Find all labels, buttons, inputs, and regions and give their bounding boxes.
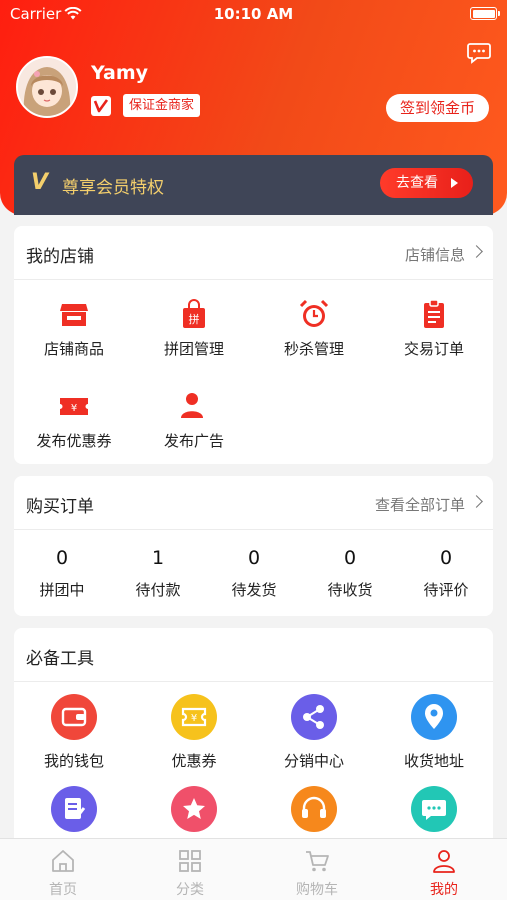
vip-view-button[interactable]: 去查看: [380, 168, 473, 198]
wallet-icon: [51, 694, 97, 740]
clock: 10:10 AM: [213, 5, 294, 23]
coupon-icon: ¥: [58, 390, 90, 422]
grid-icon: [177, 848, 203, 874]
status-bar: Carrier 10:10 AM: [0, 0, 507, 30]
shop-card: 我的店铺 店铺信息 店铺商品 拼 拼团管理 秒杀管理 交易订单 ¥ 发布优惠券: [14, 226, 493, 464]
headset-icon: [291, 786, 337, 832]
shop-item-label: 交易订单: [403, 340, 464, 358]
tools-card-header: 必备工具: [14, 628, 493, 682]
tools-card: 必备工具 我的钱包 ¥ 优惠券 分销中心 收货地址: [14, 628, 493, 868]
vip-v-icon: V: [31, 170, 49, 195]
shop-item-label: 秒杀管理: [283, 340, 344, 358]
svg-text:¥: ¥: [71, 403, 77, 414]
order-status-label: 拼团中: [39, 581, 85, 599]
shop-title: 我的店铺: [26, 247, 94, 267]
orders-card: 购买订单 查看全部订单 0 拼团中 1 待付款 0 待发货 0 待收货 0 待评…: [14, 476, 493, 616]
order-status-unpaid[interactable]: 1 待付款: [110, 547, 206, 600]
cart-icon: [304, 848, 330, 874]
star-icon: [171, 786, 217, 832]
tab-home[interactable]: 首页: [0, 839, 126, 900]
order-count: 0: [247, 547, 261, 569]
location-pin-icon: [411, 694, 457, 740]
username: Yamy: [91, 62, 149, 84]
shop-item-label: 发布优惠券: [36, 432, 112, 450]
tools-title: 必备工具: [26, 649, 94, 669]
tool-label: 分销中心: [283, 752, 344, 770]
tab-label: 购物车: [296, 882, 338, 898]
order-status-to-receive[interactable]: 0 待收货: [302, 547, 398, 600]
tab-label: 我的: [430, 882, 458, 898]
order-status-label: 待收货: [327, 581, 373, 599]
order-count: 0: [439, 547, 453, 569]
shop-item-label: 发布广告: [163, 432, 224, 450]
order-status-to-ship[interactable]: 0 待发货: [206, 547, 302, 600]
clipboard-icon: [418, 298, 450, 330]
vip-banner[interactable]: V 尊享会员特权 去查看: [14, 155, 493, 215]
user-share-icon: [178, 390, 210, 422]
order-status-label: 待付款: [135, 581, 181, 599]
home-icon: [50, 848, 76, 874]
merchant-tag: 保证金商家: [123, 94, 201, 117]
tab-category[interactable]: 分类: [127, 839, 253, 900]
tab-bar: 首页 分类 购物车 我的: [0, 838, 507, 900]
tool-label: 优惠券: [171, 752, 217, 770]
shop-item-label: 店铺商品: [43, 340, 104, 358]
tab-label: 分类: [176, 882, 204, 898]
checkin-button[interactable]: 签到领金币: [385, 94, 489, 122]
order-status-to-review[interactable]: 0 待评价: [398, 547, 494, 600]
order-count: 0: [343, 547, 357, 569]
chevron-right-icon[interactable]: [470, 495, 483, 508]
user-icon: [431, 848, 457, 874]
orders-title: 购买订单: [26, 497, 94, 517]
battery-icon: [470, 7, 500, 20]
edit-note-icon: [51, 786, 97, 832]
alarm-clock-icon: [298, 298, 330, 330]
vip-view-label: 去查看: [396, 175, 438, 191]
chevron-right-icon[interactable]: [470, 245, 483, 258]
avatar[interactable]: [16, 56, 78, 118]
chat-bubble-icon: [411, 786, 457, 832]
share-icon: [291, 694, 337, 740]
ticket-icon: ¥: [171, 694, 217, 740]
order-count: 1: [151, 547, 165, 569]
verified-v-icon: [91, 96, 111, 116]
shop-item-label: 拼团管理: [163, 340, 224, 358]
shop-info-link[interactable]: 店铺信息: [405, 244, 465, 265]
play-arrow-icon: [451, 178, 458, 188]
tool-label: 我的钱包: [43, 752, 104, 770]
order-status-grouping[interactable]: 0 拼团中: [14, 547, 110, 600]
tool-label: 收货地址: [403, 752, 464, 770]
svg-text:拼: 拼: [189, 312, 200, 326]
orders-card-header: 购买订单 查看全部订单: [14, 476, 493, 530]
vip-text: 尊享会员特权: [62, 178, 164, 198]
message-icon[interactable]: [467, 42, 491, 68]
order-status-label: 待评价: [423, 581, 469, 599]
order-count: 0: [55, 547, 69, 569]
shop-card-header: 我的店铺 店铺信息: [14, 226, 493, 280]
all-orders-link[interactable]: 查看全部订单: [375, 494, 465, 515]
store-icon: [58, 298, 90, 330]
tab-mine[interactable]: 我的: [381, 839, 507, 900]
svg-text:¥: ¥: [191, 713, 197, 724]
group-buy-bag-icon: 拼: [178, 298, 210, 330]
order-status-label: 待发货: [231, 581, 277, 599]
tab-cart[interactable]: 购物车: [254, 839, 380, 900]
tab-label: 首页: [49, 882, 77, 898]
